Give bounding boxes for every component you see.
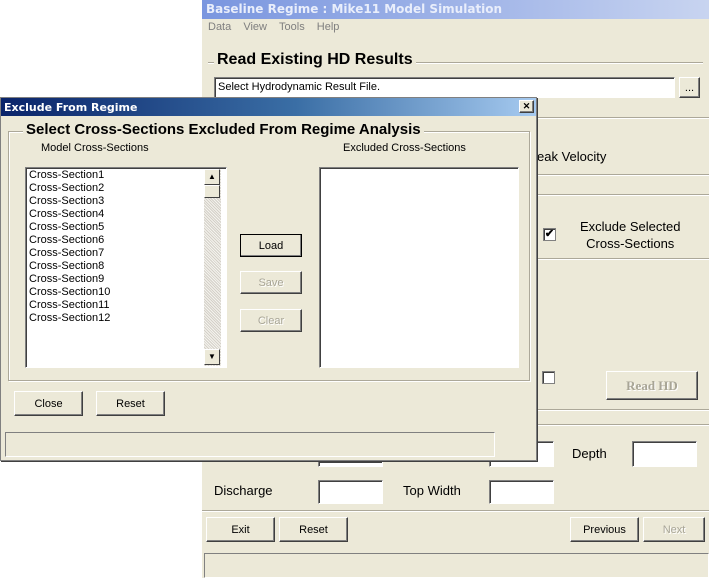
dialog-status-bar bbox=[5, 432, 495, 457]
dialog-close-icon[interactable]: ✕ bbox=[519, 100, 534, 113]
list-item[interactable]: Cross-Section3 bbox=[26, 195, 226, 208]
model-items: Cross-Section1 Cross-Section2 Cross-Sectio… bbox=[26, 168, 226, 325]
dialog-title-bar: Exclude From Regime bbox=[1, 98, 536, 116]
scroll-down-icon[interactable]: ▼ bbox=[204, 349, 220, 365]
exclude-selected-label-line2: Cross-Sections bbox=[586, 236, 675, 251]
list-item[interactable]: Cross-Section10 bbox=[26, 286, 226, 299]
group-title: Select Cross-Sections Excluded From Regi… bbox=[23, 121, 424, 138]
list-item[interactable]: Cross-Section5 bbox=[26, 221, 226, 234]
dialog-title: Exclude From Regime bbox=[4, 101, 138, 114]
excluded-items bbox=[320, 168, 518, 169]
exclude-selected-checkbox[interactable]: ✔ bbox=[543, 228, 556, 241]
discharge-label: Discharge bbox=[214, 483, 273, 498]
list-item[interactable]: Cross-Section7 bbox=[26, 247, 226, 260]
window-title: Baseline Regime : Mike11 Model Simulatio… bbox=[206, 2, 503, 16]
list-item[interactable]: Cross-Section8 bbox=[26, 260, 226, 273]
divider bbox=[537, 258, 709, 260]
excluded-cross-sections-list[interactable] bbox=[319, 167, 519, 368]
previous-button[interactable]: Previous bbox=[570, 517, 639, 542]
menu-bar: Data View Tools Help bbox=[202, 19, 709, 36]
save-button[interactable]: Save bbox=[240, 271, 302, 294]
list-item[interactable]: Cross-Section2 bbox=[26, 182, 226, 195]
depth-label: Depth bbox=[572, 446, 607, 461]
read-hd-checkbox[interactable] bbox=[542, 371, 555, 384]
menu-data[interactable]: Data bbox=[208, 19, 231, 33]
list-item[interactable]: Cross-Section6 bbox=[26, 234, 226, 247]
close-button[interactable]: Close bbox=[14, 391, 83, 416]
reset-button[interactable]: Reset bbox=[96, 391, 165, 416]
list-item[interactable]: Cross-Section9 bbox=[26, 273, 226, 286]
model-cross-sections-list[interactable]: Cross-Section1 Cross-Section2 Cross-Sectio… bbox=[25, 167, 227, 368]
menu-help[interactable]: Help bbox=[317, 19, 340, 33]
model-header: Model Cross-Sections bbox=[41, 142, 149, 154]
browse-button[interactable]: ... bbox=[679, 77, 700, 98]
divider bbox=[537, 409, 709, 411]
clear-button[interactable]: Clear bbox=[240, 309, 302, 332]
exclude-selected-label: Exclude Selected Cross-Sections bbox=[580, 218, 680, 252]
excluded-header: Excluded Cross-Sections bbox=[343, 142, 466, 154]
read-group-title: Read Existing HD Results bbox=[214, 51, 416, 69]
discharge-field[interactable] bbox=[318, 480, 383, 504]
exclude-selected-label-line1: Exclude Selected bbox=[580, 219, 681, 234]
divider bbox=[537, 174, 709, 176]
reset-button[interactable]: Reset bbox=[279, 517, 348, 542]
depth-field[interactable] bbox=[632, 441, 697, 467]
top-width-label: Top Width bbox=[403, 483, 461, 498]
model-list-scrollbar[interactable]: ▲ ▼ bbox=[204, 169, 221, 366]
list-item[interactable]: Cross-Section11 bbox=[26, 299, 226, 312]
divider bbox=[537, 194, 709, 196]
list-item[interactable]: Cross-Section1 bbox=[26, 169, 226, 182]
list-item[interactable]: Cross-Section12 bbox=[26, 312, 226, 325]
divider bbox=[537, 424, 709, 426]
scroll-up-icon[interactable]: ▲ bbox=[204, 169, 220, 185]
peak-velocity-label: eak Velocity bbox=[537, 149, 607, 164]
exit-button[interactable]: Exit bbox=[206, 517, 275, 542]
status-bar bbox=[204, 553, 709, 578]
load-button[interactable]: Load bbox=[240, 234, 302, 257]
list-item[interactable]: Cross-Section4 bbox=[26, 208, 226, 221]
menu-view[interactable]: View bbox=[243, 19, 267, 33]
scroll-thumb[interactable] bbox=[204, 185, 220, 198]
read-hd-button[interactable]: Read HD bbox=[606, 371, 698, 400]
next-button[interactable]: Next bbox=[643, 517, 705, 542]
divider bbox=[202, 510, 709, 512]
exclude-from-regime-dialog: Exclude From Regime ✕ Select Cross-Secti… bbox=[0, 97, 537, 461]
window-title-bar: Baseline Regime : Mike11 Model Simulatio… bbox=[202, 0, 709, 19]
velocity-field[interactable] bbox=[318, 461, 383, 467]
divider bbox=[537, 117, 709, 119]
hd-file-field[interactable]: Select Hydrodynamic Result File. bbox=[214, 77, 675, 98]
menu-tools[interactable]: Tools bbox=[279, 19, 305, 33]
top-width-field[interactable] bbox=[489, 480, 554, 504]
